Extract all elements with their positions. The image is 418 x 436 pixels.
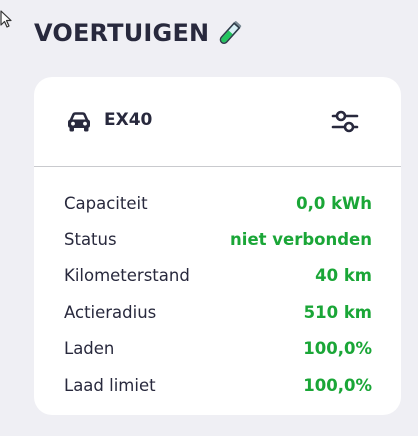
detail-label: Status — [64, 230, 117, 250]
detail-row-capacity: Capaciteit 0,0 kWh — [64, 185, 372, 221]
car-icon — [68, 112, 90, 132]
vehicle-card: EX40 Capaciteit 0,0 kWh Status niet verb… — [34, 77, 401, 415]
vehicle-name: EX40 — [104, 110, 153, 130]
detail-label: Laden — [64, 339, 115, 359]
detail-value: 0,0 kWh — [296, 193, 372, 213]
section-heading: VOERTUIGEN — [34, 16, 245, 50]
detail-row-range: Actieradius 510 km — [64, 294, 372, 330]
detail-label: Kilometerstand — [64, 266, 190, 286]
detail-value: niet verbonden — [230, 230, 372, 250]
detail-label: Laad limiet — [64, 375, 156, 395]
detail-value: 100,0% — [303, 375, 372, 395]
detail-label: Capaciteit — [64, 193, 148, 213]
test-tube-icon — [220, 21, 242, 44]
vehicle-details-list: Capaciteit 0,0 kWh Status niet verbonden… — [64, 185, 372, 403]
detail-label: Actieradius — [64, 302, 157, 322]
sliders-icon[interactable] — [330, 108, 360, 136]
detail-row-odometer: Kilometerstand 40 km — [64, 258, 372, 294]
vehicle-card-header: EX40 — [34, 77, 401, 167]
mouse-cursor-icon — [0, 10, 12, 28]
detail-value: 100,0% — [303, 339, 372, 359]
detail-row-charge-limit: Laad limiet 100,0% — [64, 367, 372, 403]
detail-value: 40 km — [315, 266, 372, 286]
detail-row-status: Status niet verbonden — [64, 221, 372, 257]
detail-row-charging: Laden 100,0% — [64, 331, 372, 367]
page-title: VOERTUIGEN — [34, 19, 210, 47]
detail-value: 510 km — [303, 302, 372, 322]
